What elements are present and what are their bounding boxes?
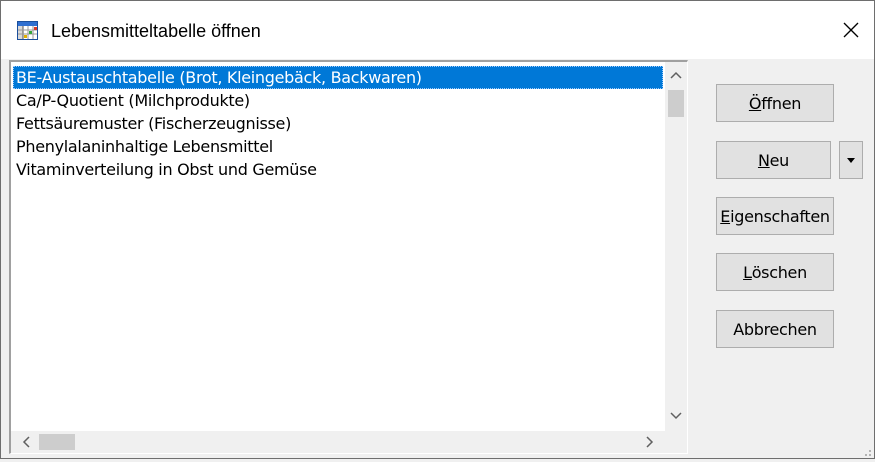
properties-label: igenschaften xyxy=(730,206,830,226)
delete-button[interactable]: Löschen xyxy=(716,253,834,291)
properties-accel: E xyxy=(720,206,731,226)
open-button[interactable]: Öffnen xyxy=(716,84,834,122)
list-item[interactable]: Ca/P-Quotient (Milchprodukte) xyxy=(13,89,663,112)
scroll-down-button[interactable] xyxy=(665,405,687,427)
close-icon xyxy=(843,22,859,38)
open-accel: Ö xyxy=(748,93,762,113)
close-button[interactable] xyxy=(828,1,874,59)
list-item[interactable]: BE-Austauschtabelle (Brot, Kleingebäck, … xyxy=(13,66,663,89)
chevron-down-icon xyxy=(670,412,682,420)
delete-label: öschen xyxy=(751,262,808,282)
new-label: eu xyxy=(769,150,790,170)
chevron-up-icon xyxy=(670,71,682,79)
new-accel: N xyxy=(757,150,770,170)
chevron-right-icon xyxy=(646,436,654,448)
list-items: BE-Austauschtabelle (Brot, Kleingebäck, … xyxy=(13,66,663,181)
horizontal-scrollbar[interactable] xyxy=(11,431,665,453)
dialog-title: Lebensmitteltabelle öffnen xyxy=(51,21,261,41)
delete-accel: L xyxy=(743,262,752,282)
list-item[interactable]: Vitaminverteilung in Obst und Gemüse xyxy=(13,158,663,181)
chevron-left-icon xyxy=(22,436,30,448)
scroll-left-button[interactable] xyxy=(15,431,37,453)
open-label: ffnen xyxy=(761,93,802,113)
table-listbox[interactable]: BE-Austauschtabelle (Brot, Kleingebäck, … xyxy=(9,60,688,454)
list-item[interactable]: Phenylalaninhaltige Lebensmittel xyxy=(13,135,663,158)
vertical-scrollbar[interactable] xyxy=(665,62,687,431)
table-app-icon xyxy=(17,21,38,40)
triangle-down-icon xyxy=(847,157,855,163)
scrollbar-corner xyxy=(665,431,687,453)
scroll-up-button[interactable] xyxy=(665,64,687,86)
scroll-right-button[interactable] xyxy=(639,431,661,453)
title-bar: Lebensmitteltabelle öffnen xyxy=(1,1,874,59)
new-dropdown-button[interactable] xyxy=(839,141,863,179)
resize-grip-icon[interactable] xyxy=(860,444,872,456)
cancel-button[interactable]: Abbrechen xyxy=(716,310,834,348)
list-item[interactable]: Fettsäuremuster (Fischerzeugnisse) xyxy=(13,112,663,135)
dialog-window: Lebensmitteltabelle öffnen BE-Austauscht… xyxy=(0,0,875,459)
vertical-scroll-thumb[interactable] xyxy=(668,90,684,117)
horizontal-scroll-thumb[interactable] xyxy=(39,434,75,450)
new-button[interactable]: Neu xyxy=(716,141,831,179)
properties-button[interactable]: Eigenschaften xyxy=(716,197,834,235)
cancel-label: Abbrechen xyxy=(733,319,817,339)
